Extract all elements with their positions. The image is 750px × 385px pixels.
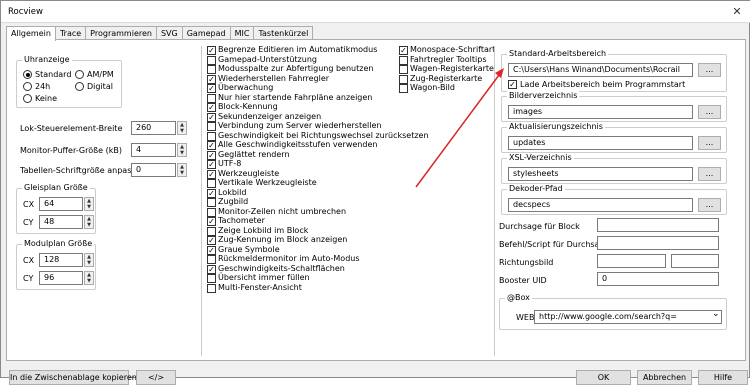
annotation-arrow [415,68,504,188]
tab-allgemein[interactable]: Allgemein [6,26,56,41]
preferences-window: Rocview ✕ Allgemein Trace Programmieren … [0,0,750,385]
arrow-head [495,68,504,78]
arrow-line [415,74,500,188]
